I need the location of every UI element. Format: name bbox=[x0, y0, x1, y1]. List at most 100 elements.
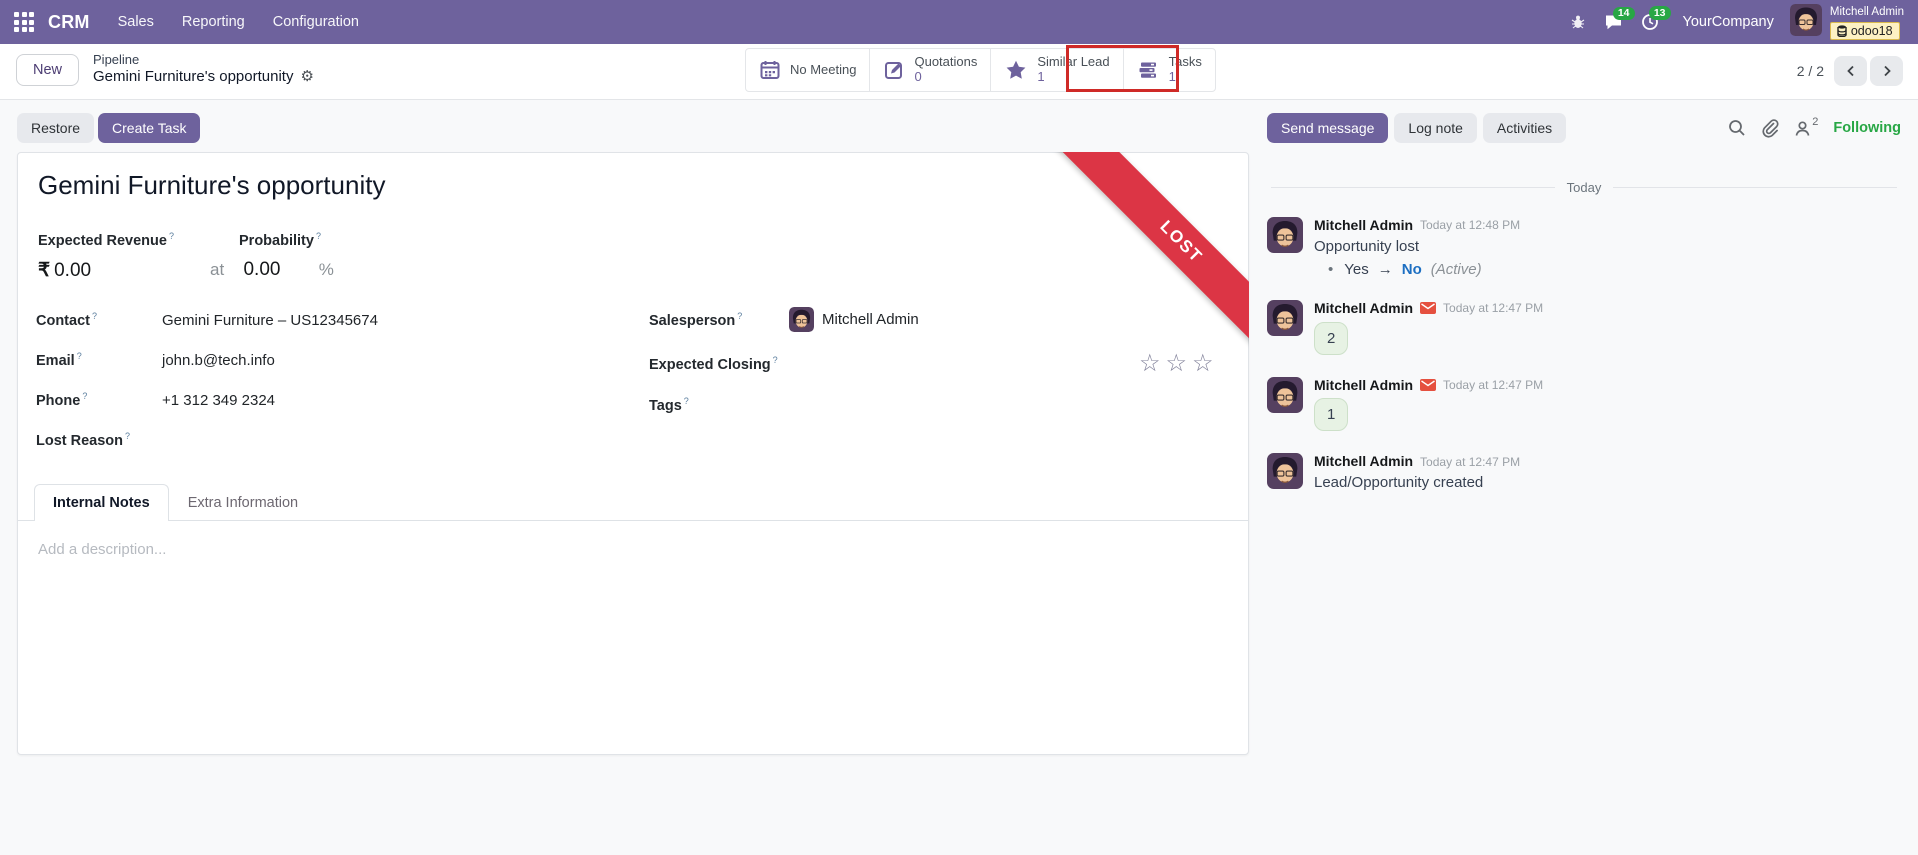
send-message-button[interactable]: Send message bbox=[1267, 113, 1388, 143]
pager-previous-button[interactable] bbox=[1834, 56, 1867, 86]
stat-button-similar-lead[interactable]: Similar Lead 1 bbox=[991, 49, 1123, 91]
breadcrumb-pipeline[interactable]: Pipeline bbox=[93, 52, 314, 68]
message-bubble: 2 bbox=[1314, 322, 1348, 355]
message-time: Today at 12:47 PM bbox=[1420, 455, 1520, 469]
stat-label: Quotations bbox=[914, 55, 977, 70]
messages-count-badge: 14 bbox=[1613, 7, 1635, 21]
description-input[interactable]: Add a description... bbox=[38, 541, 1228, 558]
activities-clock-icon[interactable]: 13 bbox=[1641, 13, 1659, 31]
phone-label: Phone bbox=[36, 393, 80, 409]
date-divider: Today bbox=[1267, 179, 1901, 195]
stat-count: 1 bbox=[1169, 70, 1202, 85]
message-author[interactable]: Mitchell Admin bbox=[1314, 377, 1413, 394]
message-body: Lead/Opportunity created bbox=[1314, 474, 1901, 491]
database-icon bbox=[1837, 25, 1847, 37]
followers-icon[interactable]: 2 bbox=[1794, 120, 1818, 137]
menu-configuration[interactable]: Configuration bbox=[273, 14, 359, 30]
probability-label: Probability bbox=[239, 233, 314, 249]
salesperson-label: Salesperson bbox=[649, 313, 735, 329]
priority-stars[interactable]: ☆☆☆ bbox=[1139, 352, 1219, 376]
contact-field[interactable]: Gemini Furniture – US12345674 bbox=[144, 312, 516, 329]
log-note-button[interactable]: Log note bbox=[1394, 113, 1477, 143]
stat-label: Similar Lead bbox=[1037, 55, 1109, 70]
message-avatar bbox=[1267, 300, 1303, 355]
followers-count: 2 bbox=[1812, 116, 1818, 128]
message-time: Today at 12:48 PM bbox=[1420, 218, 1520, 232]
star-icon bbox=[1004, 58, 1028, 82]
app-name[interactable]: CRM bbox=[48, 12, 90, 33]
stat-count: 1 bbox=[1037, 70, 1109, 85]
menu-sales[interactable]: Sales bbox=[118, 14, 154, 30]
database-badge: odoo18 bbox=[1830, 22, 1900, 40]
message-author[interactable]: Mitchell Admin bbox=[1314, 453, 1413, 470]
stat-button-group: No Meeting Quotations 0 Similar Lead 1 T… bbox=[745, 48, 1216, 92]
search-messages-icon[interactable] bbox=[1728, 119, 1746, 137]
email-label: Email bbox=[36, 353, 75, 369]
stat-button-quotations[interactable]: Quotations 0 bbox=[870, 49, 991, 91]
database-name: odoo18 bbox=[1851, 24, 1893, 38]
tracking-value: Yes → No (Active) bbox=[1328, 261, 1901, 278]
chevron-left-icon bbox=[1845, 65, 1857, 77]
contact-label: Contact bbox=[36, 313, 90, 329]
messages-icon[interactable]: 14 bbox=[1604, 14, 1623, 31]
help-icon: ? bbox=[316, 231, 321, 241]
email-icon bbox=[1420, 302, 1436, 314]
menu-reporting[interactable]: Reporting bbox=[182, 14, 245, 30]
chevron-right-icon bbox=[1881, 65, 1893, 77]
user-menu[interactable]: Mitchell Admin odoo18 bbox=[1790, 4, 1904, 40]
pager-value: 2 / 2 bbox=[1797, 63, 1824, 79]
email-field[interactable]: john.b@tech.info bbox=[144, 352, 516, 369]
company-switcher[interactable]: YourCompany bbox=[1683, 14, 1774, 30]
tags-label: Tags bbox=[649, 398, 682, 414]
form-sheet: LOST Gemini Furniture's opportunity Expe… bbox=[17, 152, 1249, 755]
expected-revenue-field[interactable]: ₹0.00 bbox=[38, 259, 91, 282]
message-author[interactable]: Mitchell Admin bbox=[1314, 300, 1413, 317]
arrow-right-icon: → bbox=[1378, 261, 1393, 278]
user-name: Mitchell Admin bbox=[1830, 6, 1904, 20]
salesperson-avatar bbox=[789, 307, 814, 332]
create-task-button[interactable]: Create Task bbox=[98, 113, 200, 143]
pager-next-button[interactable] bbox=[1870, 56, 1903, 86]
breadcrumb-current: Gemini Furniture's opportunity bbox=[93, 68, 293, 87]
attachment-icon[interactable] bbox=[1761, 119, 1779, 138]
message: Mitchell Admin Today at 12:47 PM 1 bbox=[1267, 377, 1901, 432]
new-button[interactable]: New bbox=[16, 54, 79, 86]
breadcrumb: Pipeline Gemini Furniture's opportunity … bbox=[93, 52, 314, 87]
following-toggle[interactable]: Following bbox=[1833, 120, 1901, 136]
message: Mitchell Admin Today at 12:48 PM Opportu… bbox=[1267, 217, 1901, 278]
probability-field[interactable]: at 0.00 % bbox=[210, 259, 334, 281]
message: Mitchell Admin Today at 12:47 PM Lead/Op… bbox=[1267, 453, 1901, 491]
tab-extra-information[interactable]: Extra Information bbox=[169, 484, 317, 521]
lost-reason-label: Lost Reason bbox=[36, 433, 123, 449]
debug-bug-icon[interactable] bbox=[1570, 14, 1586, 30]
expected-closing-label: Expected Closing bbox=[649, 357, 771, 373]
tab-internal-notes[interactable]: Internal Notes bbox=[34, 484, 169, 521]
message-body: Opportunity lost bbox=[1314, 238, 1901, 255]
opportunity-title[interactable]: Gemini Furniture's opportunity bbox=[38, 170, 385, 201]
help-icon: ? bbox=[169, 231, 174, 241]
email-icon bbox=[1420, 379, 1436, 391]
message-avatar bbox=[1267, 377, 1303, 432]
expected-revenue-label: Expected Revenue bbox=[38, 233, 167, 249]
message-time: Today at 12:47 PM bbox=[1443, 378, 1543, 392]
salesperson-field[interactable]: Mitchell Admin bbox=[789, 307, 1219, 332]
control-panel: New Pipeline Gemini Furniture's opportun… bbox=[0, 44, 1918, 100]
user-avatar bbox=[1790, 4, 1822, 36]
gear-icon[interactable]: ⚙ bbox=[300, 68, 313, 87]
chatter: Send message Log note Activities 2 Follo… bbox=[1267, 113, 1901, 491]
message-time: Today at 12:47 PM bbox=[1443, 301, 1543, 315]
stat-button-no-meeting[interactable]: No Meeting bbox=[746, 49, 870, 91]
phone-field[interactable]: +1 312 349 2324 bbox=[144, 392, 516, 409]
restore-button[interactable]: Restore bbox=[17, 113, 94, 143]
apps-grid-icon[interactable] bbox=[14, 12, 34, 32]
activities-count-badge: 13 bbox=[1649, 6, 1671, 20]
tasks-icon bbox=[1137, 59, 1160, 81]
activities-button[interactable]: Activities bbox=[1483, 113, 1566, 143]
stat-button-tasks[interactable]: Tasks 1 bbox=[1124, 49, 1215, 91]
message: Mitchell Admin Today at 12:47 PM 2 bbox=[1267, 300, 1901, 355]
top-navbar: CRM Sales Reporting Configuration 14 13 … bbox=[0, 0, 1918, 44]
message-author[interactable]: Mitchell Admin bbox=[1314, 217, 1413, 234]
currency-symbol: ₹ bbox=[38, 260, 50, 281]
calendar-icon bbox=[759, 59, 781, 81]
pager: 2 / 2 bbox=[1797, 56, 1903, 86]
